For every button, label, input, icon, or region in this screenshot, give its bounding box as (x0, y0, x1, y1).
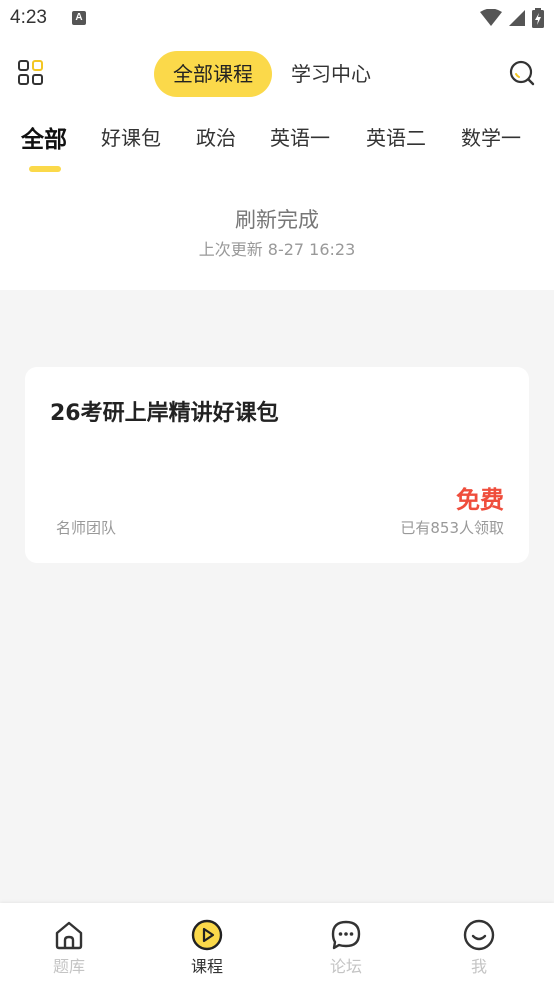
bottom-nav: 题库 课程 论坛 我 (0, 903, 554, 984)
nav-item-me[interactable]: 我 (444, 919, 514, 977)
apps-grid-icon[interactable] (18, 60, 44, 86)
tab-learning-center[interactable]: 学习中心 (272, 51, 390, 97)
nav-item-forum[interactable]: 论坛 (311, 919, 381, 977)
signal-icon (509, 10, 525, 26)
category-tab-all[interactable]: 全部 (21, 120, 67, 154)
course-price: 免费 (456, 486, 504, 514)
chat-bubble-icon (331, 920, 361, 950)
category-tab-politics[interactable]: 政治 (196, 122, 236, 151)
nav-label: 课程 (190, 957, 223, 976)
course-title: 26考研上岸精讲好课包 (50, 401, 279, 426)
play-circle-icon (191, 919, 223, 951)
search-icon[interactable] (509, 60, 535, 86)
header: 全部课程 学习中心 (0, 50, 554, 98)
home-icon (55, 921, 83, 950)
category-tab-math-1[interactable]: 数学一 (461, 122, 521, 151)
wifi-icon (480, 9, 502, 26)
nav-label: 论坛 (329, 957, 362, 976)
active-tab-indicator (29, 166, 61, 172)
refresh-status: 刷新完成 (235, 208, 319, 232)
nav-label: 我 (470, 957, 487, 976)
nav-item-courses[interactable]: 课程 (172, 919, 242, 977)
course-enrolled-count: 已有853人领取 (400, 519, 504, 537)
refresh-last-update: 上次更新 8-27 16:23 (198, 240, 356, 259)
notification-app-icon: A (72, 11, 86, 25)
nav-label: 题库 (52, 957, 85, 976)
category-tab-course-pack[interactable]: 好课包 (101, 122, 161, 151)
course-teacher: 名师团队 (56, 519, 117, 537)
nav-item-question-bank[interactable]: 题库 (34, 919, 104, 977)
tab-all-courses[interactable]: 全部课程 (154, 51, 272, 97)
battery-icon (532, 8, 544, 28)
smiley-icon (463, 919, 495, 951)
status-bar: 4:23 A (0, 0, 554, 38)
category-tab-english-2[interactable]: 英语二 (366, 122, 426, 151)
course-card[interactable]: 26考研上岸精讲好课包 免费 名师团队 已有853人领取 (25, 367, 529, 563)
status-indicators (480, 8, 544, 28)
category-tab-english-1[interactable]: 英语一 (270, 122, 330, 151)
status-time: 4:23 (10, 7, 47, 28)
top-tabs: 全部课程 学习中心 (154, 51, 390, 97)
category-tabs: 全部 好课包 政治 英语一 英语二 数学一 (0, 122, 554, 178)
